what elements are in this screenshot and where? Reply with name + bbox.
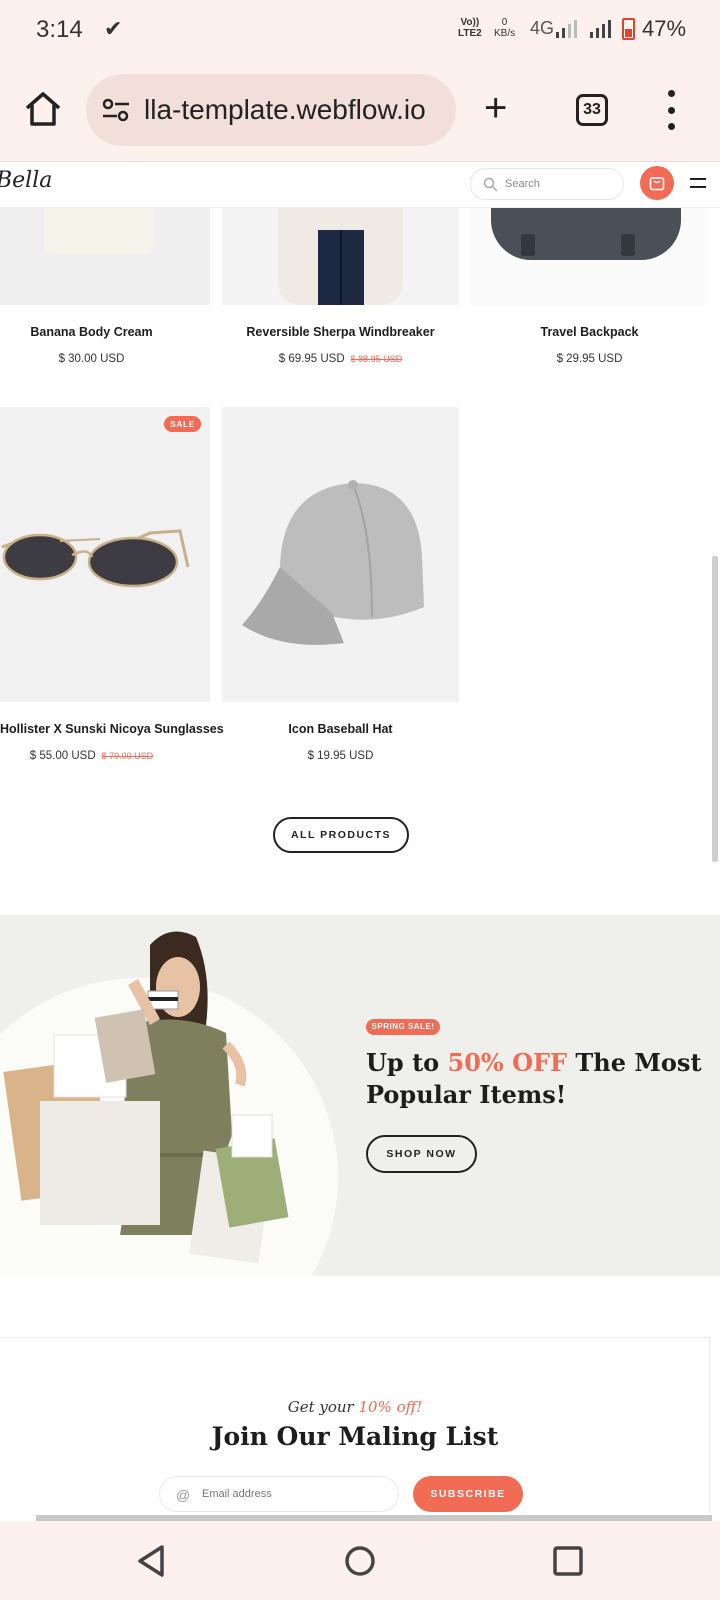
newsletter-title: Join Our Maling List [211,1422,499,1451]
product-name[interactable]: Travel Backpack [471,325,708,339]
product-price: $ 55.00 USD [29,750,96,762]
hamburger-menu-icon[interactable] [690,178,706,188]
product-price-group: $ 69.95 USD $ 88.95 USD [222,353,459,365]
baseball-hat-illustration [242,480,424,645]
sale-badge: SALE [164,416,201,432]
data-speed-value: 0 [501,17,508,28]
system-nav-bar [0,1521,720,1600]
battery-percent: 47% [642,16,687,41]
product-name[interactable]: Hollister X Sunski Nicoya Sunglasses [0,722,224,736]
email-placeholder: Email address [202,1488,272,1500]
product-price: $ 19.95 USD [307,750,374,762]
more-menu-icon[interactable] [668,90,676,130]
product-price-group: $ 55.00 USD $ 79.00 USD [0,750,183,762]
product-image-travel-backpack[interactable] [471,208,708,305]
browser-toolbar: lla-template.webflow.io + 33 [0,60,720,162]
data-speed-unit: KB/s [494,28,516,39]
product-price: $ 30.00 USD [58,353,125,365]
home-nav-icon[interactable] [340,1541,380,1581]
address-bar[interactable]: lla-template.webflow.io [86,74,456,146]
sunglasses-illustration [1,529,190,588]
product-old-price: $ 88.95 USD [350,354,403,364]
shopping-woman-illustration [3,931,289,1264]
site-header: Bella Search [0,162,720,208]
signal-icon-2 [590,18,611,38]
shopping-bag-icon [649,177,665,191]
newsletter-tag-pre: Get your [287,1398,359,1416]
status-time: 3:14 [36,16,83,43]
search-input[interactable]: Search [470,168,624,200]
newsletter-section: Get your 10% off! Join Our Maling List @… [0,1337,710,1527]
promo-title-pre: Up to [366,1048,448,1077]
promo-title-accent: 50% OFF [447,1048,568,1077]
promo-banner: SPRING SALE! Up to 50% OFF The Most Popu… [0,915,720,1276]
site-logo[interactable]: Bella [0,168,52,193]
product-price: $ 29.95 USD [556,353,623,365]
search-placeholder: Search [505,178,540,190]
task-check-icon: ✔ [104,16,123,41]
product-name[interactable]: Reversible Sherpa Windbreaker [222,325,459,339]
volte-label: Vo)) [460,17,480,28]
all-products-button[interactable]: ALL PRODUCTS [273,817,409,853]
vertical-scrollbar[interactable] [712,556,718,862]
spring-sale-badge: SPRING SALE! [366,1019,440,1035]
product-image-body-cream[interactable] [0,208,210,305]
new-tab-icon[interactable]: + [484,88,507,128]
product-image-sherpa-windbreaker[interactable] [222,208,459,305]
product-old-price: $ 79.00 USD [101,751,154,761]
lte-label: LTE2 [458,28,482,39]
back-icon[interactable] [132,1541,172,1581]
tab-switcher-button[interactable]: 33 [576,94,608,126]
volte-indicator: Vo)) LTE2 [458,17,482,39]
signal-icon [556,18,577,38]
home-icon[interactable] [22,88,64,130]
recents-icon[interactable] [548,1541,588,1581]
shop-now-button[interactable]: SHOP NOW [366,1135,477,1173]
promo-title: Up to 50% OFF The Most Popular Items! [366,1047,706,1111]
email-field[interactable]: @ Email address [159,1476,399,1512]
site-settings-icon[interactable] [102,98,130,122]
product-image-baseball-hat[interactable] [222,407,459,702]
at-sign-icon: @ [176,1487,191,1503]
battery-icon [622,18,635,40]
product-image-sunglasses[interactable] [0,407,210,702]
newsletter-tag-accent: 10% off! [358,1398,423,1416]
data-speed: 0 KB/s [494,17,515,39]
cart-button[interactable] [640,166,674,200]
url-text[interactable]: lla-template.webflow.io [144,94,426,126]
network-type: 4G [530,18,555,38]
product-name[interactable]: Icon Baseball Hat [222,722,459,736]
subscribe-button[interactable]: SUBSCRIBE [413,1476,523,1512]
product-price: $ 69.95 USD [278,353,345,365]
product-name[interactable]: Banana Body Cream [0,325,183,339]
status-bar: 3:14 ✔ Vo)) LTE2 0 KB/s 4G 47% [0,0,720,60]
search-icon [483,177,498,192]
newsletter-tagline: Get your 10% off! [0,1398,711,1416]
